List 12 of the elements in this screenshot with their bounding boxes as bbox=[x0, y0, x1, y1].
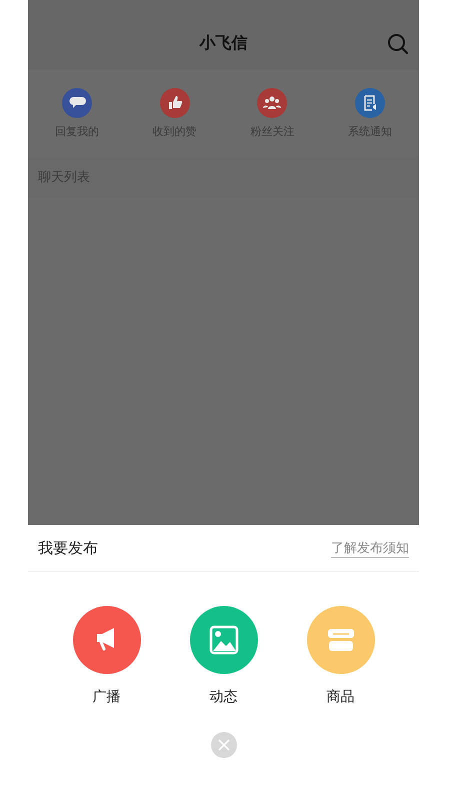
document-icon[interactable] bbox=[355, 88, 386, 118]
option-label[interactable]: 广播 bbox=[92, 688, 120, 706]
app-title: 小飞信 bbox=[200, 32, 248, 54]
close-icon bbox=[218, 739, 230, 751]
option-label[interactable]: 动态 bbox=[210, 688, 238, 706]
people-icon[interactable] bbox=[257, 88, 288, 118]
sheet-title: 我要发布 bbox=[38, 538, 98, 558]
publish-rules-link[interactable]: 了解发布须知 bbox=[331, 538, 409, 558]
thumbs-up-icon[interactable] bbox=[160, 88, 190, 118]
chat-bubble-icon[interactable] bbox=[62, 88, 92, 118]
search-icon[interactable] bbox=[387, 33, 409, 55]
option-label[interactable]: 商品 bbox=[326, 688, 354, 706]
